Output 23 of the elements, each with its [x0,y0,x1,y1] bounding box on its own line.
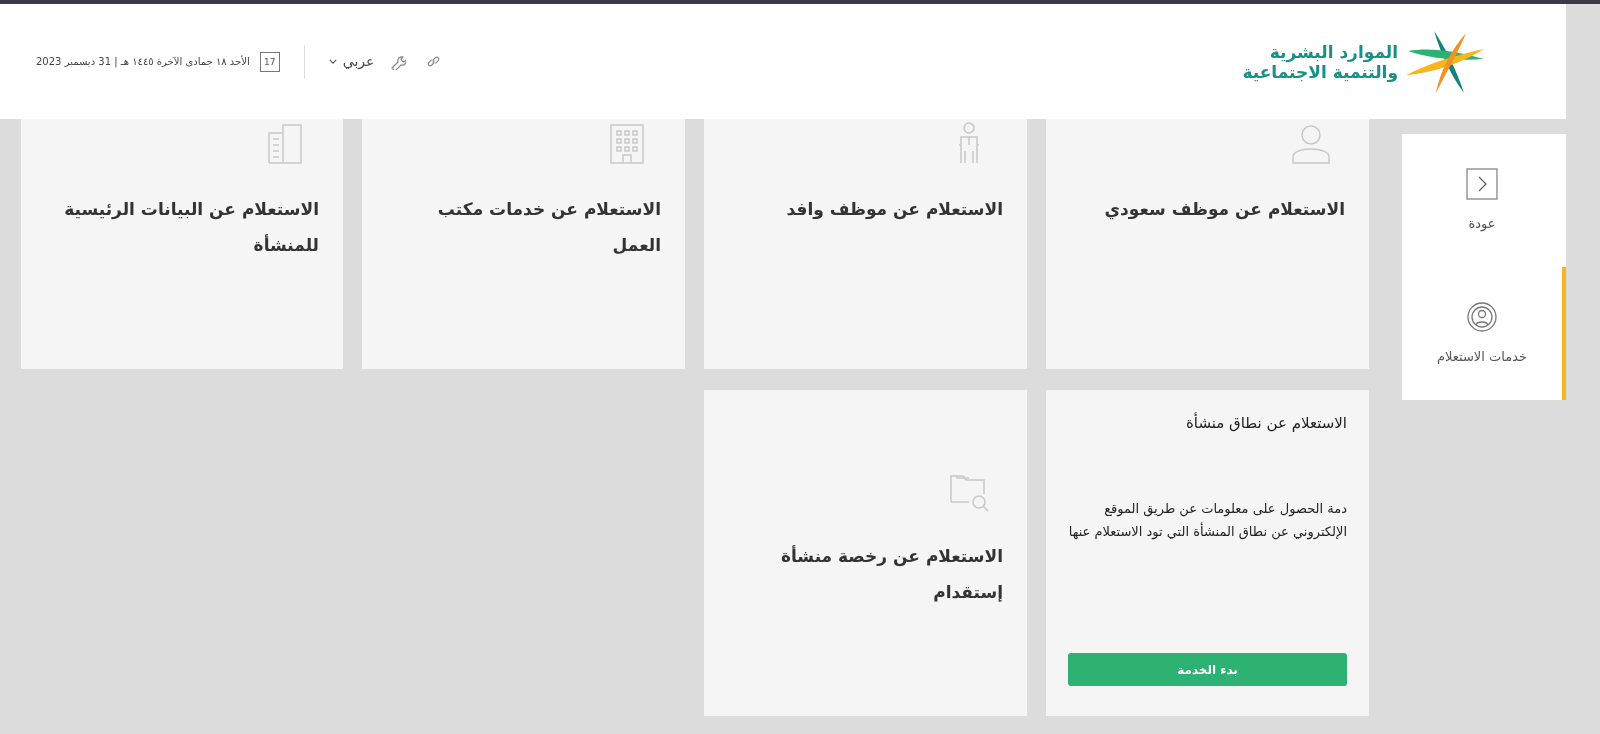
service-card[interactable]: الاستعلام عن موظف وافد [704,119,1027,369]
card-title: الاستعلام عن موظف سعودي [1104,198,1345,222]
service-card[interactable]: الاستعلام عن خدمات مكتب العمل [362,119,685,369]
card-title: الاستعلام عن نطاق منشأة [1184,412,1347,434]
calendar-icon: 17 [259,51,280,72]
card-title: الاستعلام عن خدمات مكتب العمل [436,198,661,257]
card-title: الاستعلام عن موظف وافد [786,198,1003,222]
sidebar-item[interactable]: عودة [1402,134,1566,267]
wrench-icon[interactable] [390,53,407,70]
service-card[interactable]: الاستعلام عن موظف سعودي [1046,119,1369,369]
service-card[interactable]: الاستعلام عن البيانات الرئيسية للمنشأة [21,119,343,369]
sidebar-item[interactable]: خدمات الاستعلام [1402,267,1566,400]
logo-line: الموارد البشرية [1268,41,1398,62]
card-title: الاستعلام عن رخصة منشأة إستقدام [779,544,1003,604]
date-text: الأحد ١٨ جمادى الآخرة ١٤٤٥ هـ | 31 ديسمبر 2023 [36,54,250,69]
broadcast-person-icon [1466,300,1498,333]
link-icon[interactable] [426,54,442,69]
language-dropdown[interactable]: عربي [303,44,375,79]
service-card[interactable]: الاستعلام عن رخصة منشأة إستقدام [704,390,1027,716]
card-description: دمة الحصول على معلومات عن طريق الموقع الإلكتروني عن نطاق المنشأة التي تود الاستعلام عنها [1068,499,1347,542]
chevron-down-icon [328,59,337,64]
chevron-square-icon [1466,167,1498,200]
card-title: الاستعلام عن البيانات الرئيسية للمنشأة [63,198,319,257]
